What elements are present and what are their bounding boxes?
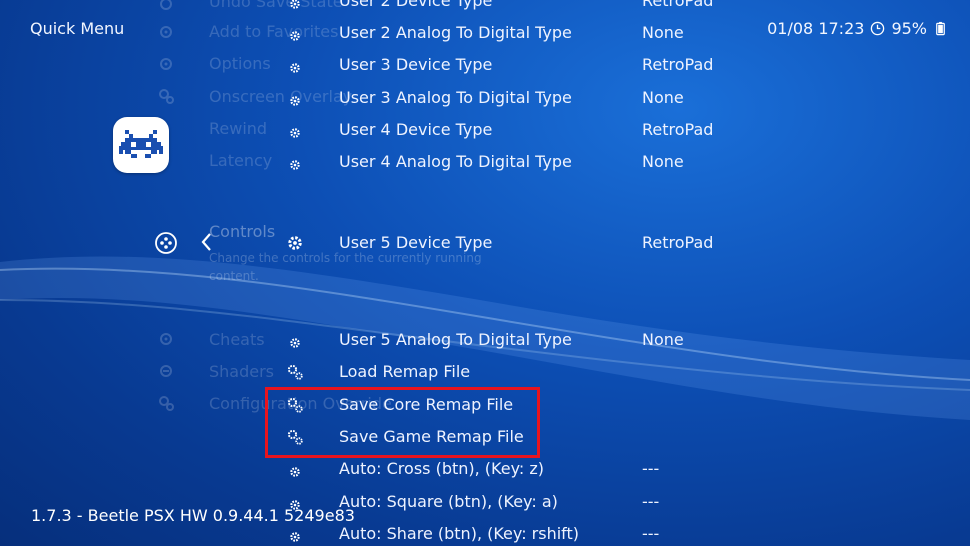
row-value: --- [642, 459, 660, 478]
row-label: User 5 Analog To Digital Type [339, 330, 572, 349]
row-value: --- [642, 524, 660, 543]
row-label: User 3 Analog To Digital Type [339, 88, 572, 107]
gear-icon [290, 96, 300, 106]
gear-icon [290, 128, 300, 138]
row-user2-analog-type[interactable]: User 2 Analog To Digital Type None [0, 22, 970, 52]
gear-icon [290, 31, 300, 41]
row-value: None [642, 152, 684, 171]
row-label: User 4 Device Type [339, 120, 493, 139]
gear-icon [290, 0, 300, 9]
row-label: User 2 Device Type [339, 0, 493, 10]
gear-icon [290, 160, 300, 170]
row-user5-analog-type[interactable]: User 5 Analog To Digital Type None [0, 329, 970, 359]
row-value: RetroPad [642, 55, 714, 74]
row-value: RetroPad [642, 120, 714, 139]
row-user4-analog-type[interactable]: User 4 Analog To Digital Type None [0, 151, 970, 181]
version-footer: 1.7.3 - Beetle PSX HW 0.9.44.1 5249e83 [31, 506, 355, 525]
gear-icon [290, 338, 300, 348]
row-label: Load Remap File [339, 362, 471, 381]
row-value: RetroPad [642, 0, 714, 10]
row-label: Auto: Share (btn), (Key: rshift) [339, 524, 580, 543]
row-value: None [642, 88, 684, 107]
row-user4-device-type[interactable]: User 4 Device Type RetroPad [0, 119, 970, 149]
row-label: User 2 Analog To Digital Type [339, 23, 572, 42]
gear-icon [290, 467, 300, 477]
row-value: RetroPad [642, 233, 714, 252]
highlight-box [265, 387, 540, 458]
row-label: Auto: Cross (btn), (Key: z) [339, 459, 544, 478]
row-label: Auto: Square (btn), (Key: a) [339, 492, 558, 511]
gear-icon [290, 532, 300, 542]
row-user2-device-type[interactable]: User 2 Device Type RetroPad [0, 0, 970, 20]
row-value: None [642, 23, 684, 42]
row-value: --- [642, 492, 660, 511]
row-auto-share[interactable]: Auto: Share (btn), (Key: rshift) --- [0, 523, 970, 546]
row-label: User 3 Device Type [339, 55, 493, 74]
row-label: User 5 Device Type [339, 233, 493, 252]
row-user5-device-type[interactable]: User 5 Device Type RetroPad [0, 232, 970, 262]
gear-icon [288, 236, 302, 250]
gears-icon [287, 364, 303, 380]
gear-icon [290, 63, 300, 73]
row-user3-device-type[interactable]: User 3 Device Type RetroPad [0, 54, 970, 84]
row-value: None [642, 330, 684, 349]
row-label: User 4 Analog To Digital Type [339, 152, 572, 171]
row-auto-cross[interactable]: Auto: Cross (btn), (Key: z) --- [0, 458, 970, 488]
row-user3-analog-type[interactable]: User 3 Analog To Digital Type None [0, 87, 970, 117]
